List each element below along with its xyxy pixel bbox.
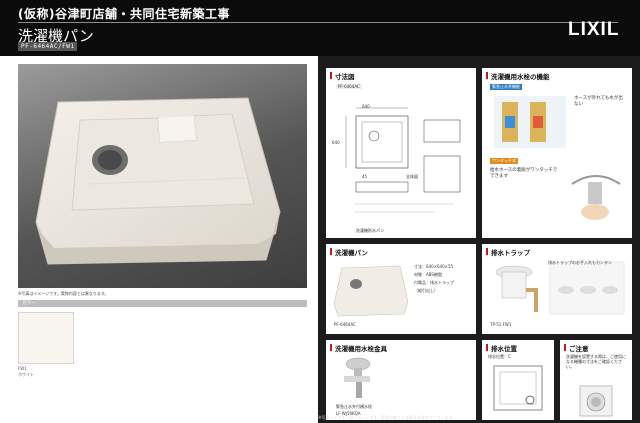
- washer-pan-spec-3: 付属品：排水トラップ: [414, 280, 454, 285]
- dim-width: 640: [362, 104, 370, 109]
- dim-note-1: 全体図: [406, 174, 418, 179]
- spec-panel: 寸法図 PF-6464AC 640 640 45 全体図 洗濯機防水パン 洗濯機…: [318, 56, 640, 423]
- drain-trap-desc: 排水トラップのお手入れもカンタン: [548, 260, 612, 265]
- washer-pan-illustration: [35, 97, 281, 265]
- tag-emergency-stop: 緊急止水弁機能: [490, 84, 522, 90]
- dim-depth: 45: [362, 174, 368, 179]
- drain-trap-card: 排水トラップ 排水トラップのお手入れもカンタン TP-51 FW1: [482, 244, 632, 334]
- dimensions-card: 寸法図 PF-6464AC 640 640 45 全体図 洗濯機防水パン: [326, 68, 476, 238]
- color-swatch: [18, 312, 74, 364]
- washer-pan-spec-4: （縦引出し）: [414, 288, 438, 293]
- header: (仮称)谷津町店舗・共同住宅新築工事 洗濯機パン PF-6464AC/FW1 L…: [0, 0, 640, 56]
- drain-position-label: 排水位置：C: [488, 354, 511, 359]
- faucet-cutaway-illustration: [494, 96, 566, 148]
- faucet-parts-card: 洗濯機用水栓金具 緊急止水弁付横水栓 LF-WJ50KQA: [326, 340, 476, 420]
- drain-position-card: 排水位置 排水位置：C: [482, 340, 554, 420]
- faucet-function-title: 洗濯機用水栓の機能: [486, 71, 550, 81]
- drain-trap-code: TP-51 FW1: [490, 322, 512, 327]
- washer-pan-code: PF-6464AC: [334, 322, 356, 327]
- washing-machine-illustration: [579, 385, 613, 417]
- drain-trap-illustration: [495, 265, 538, 312]
- main-product-photo: [18, 64, 307, 288]
- color-label: カラー: [18, 300, 307, 307]
- dimensions-code: PF-6464AC: [336, 84, 362, 89]
- faucet-function-card: 洗濯機用水栓の機能 緊急止水弁機能 ホースが外れても水が出ない ワンタッチ式 給…: [482, 68, 632, 238]
- washer-pan-card: 洗濯機パン PF-6464AC 寸法：640×640×55 材質：ABS樹脂 付…: [326, 244, 476, 334]
- washer-pan-title: 洗濯機パン: [330, 247, 368, 257]
- faucet-desc-2: 給水ホースの着脱がワンタッチでできます: [490, 168, 558, 179]
- faucet-illustration: [344, 357, 371, 398]
- header-divider: [18, 22, 618, 23]
- product-code: PF-6464AC/FW1: [18, 42, 78, 51]
- photo-caption: ※写真はイメージです。実物内容とは異なります。: [18, 291, 109, 296]
- footer-note: ※写真・イラストはイメージです。実際の施工とは異なる場合がございます。: [318, 415, 457, 420]
- dimension-drawing: [345, 107, 461, 213]
- washer-pan-spec-2: 材質：ABS樹脂: [414, 272, 442, 277]
- washer-pan-spec-1: 寸法：640×640×55: [414, 264, 454, 269]
- one-touch-illustration: [571, 175, 621, 220]
- drain-trap-parts: [549, 261, 625, 315]
- faucet-parts-desc: 緊急止水弁付横水栓: [336, 404, 372, 409]
- notice-card: ご注意 洗濯機を設置する際は、ご使用になる機種の寸法をご確認ください。: [560, 340, 632, 420]
- project-title: (仮称)谷津町店舗・共同住宅新築工事: [18, 7, 230, 21]
- tag-one-touch: ワンタッチ式: [490, 158, 518, 164]
- color-name: ホワイト: [18, 372, 34, 377]
- dim-height: 640: [332, 140, 340, 145]
- faucet-desc-1: ホースが外れても水が出ない: [574, 96, 623, 107]
- dimensions-title: 寸法図: [330, 71, 355, 81]
- faucet-parts-title: 洗濯機用水栓金具: [330, 343, 387, 353]
- notice-desc: 洗濯機を設置する際は、ご使用になる機種の寸法をご確認ください。: [566, 354, 626, 369]
- drain-trap-title: 排水トラップ: [486, 247, 530, 257]
- drain-position-title: 排水位置: [486, 343, 517, 353]
- drain-position-diagram: [493, 365, 543, 411]
- notice-title: ご注意: [564, 343, 589, 353]
- washer-pan-thumbnail: [333, 265, 409, 317]
- dim-note-2: 洗濯機防水パン: [356, 228, 385, 233]
- lixil-logo: LIXIL: [568, 19, 620, 40]
- color-code: FW1: [18, 366, 27, 371]
